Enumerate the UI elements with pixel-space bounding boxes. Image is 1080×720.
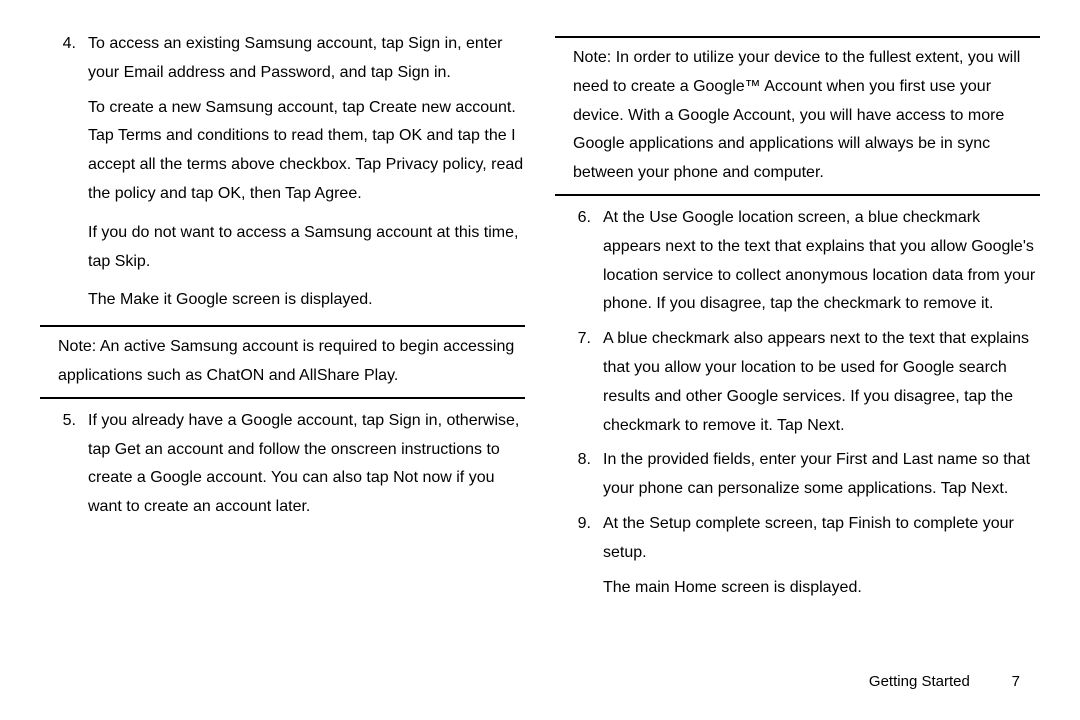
item-text: To access an existing Samsung account, t… — [88, 30, 525, 88]
list-item-8: 8. In the provided fields, enter your Fi… — [555, 446, 1040, 504]
divider — [40, 397, 525, 399]
note-label: Note: — [58, 338, 96, 355]
left-column: 4. To access an existing Samsung account… — [40, 30, 525, 700]
note-body: In order to utilize your device to the f… — [573, 49, 1020, 181]
note-body-first: An active Samsung account is required to… — [58, 338, 514, 384]
paragraph-create-account: To create a new Samsung account, tap Cre… — [40, 94, 525, 209]
paragraph-home-screen: The main Home screen is displayed. — [555, 574, 1040, 603]
item-text: In the provided fields, enter your First… — [603, 446, 1040, 504]
divider — [555, 36, 1040, 38]
item-text: A blue checkmark also appears next to th… — [603, 325, 1040, 440]
paragraph-skip: If you do not want to access a Samsung a… — [40, 219, 525, 277]
list-item-5: 5. If you already have a Google account,… — [40, 407, 525, 522]
item-text: At the Setup complete screen, tap Finish… — [603, 510, 1040, 568]
note-label: Note: — [573, 49, 611, 66]
item-number: 4. — [40, 30, 88, 88]
divider — [40, 325, 525, 327]
list-item-7: 7. A blue checkmark also appears next to… — [555, 325, 1040, 440]
item-number: 5. — [40, 407, 88, 522]
paragraph-make-it-google: The Make it Google screen is displayed. — [40, 286, 525, 315]
list-item-4: 4. To access an existing Samsung account… — [40, 30, 525, 88]
divider — [555, 194, 1040, 196]
section-title: Getting Started — [869, 673, 970, 690]
item-number: 6. — [555, 204, 603, 319]
page: 4. To access an existing Samsung account… — [0, 0, 1080, 720]
note-google-account: Note: In order to utilize your device to… — [555, 44, 1040, 188]
item-number: 7. — [555, 325, 603, 440]
item-text: At the Use Google location screen, a blu… — [603, 204, 1040, 319]
item-number: 9. — [555, 510, 603, 568]
item-number: 8. — [555, 446, 603, 504]
page-footer: Getting Started 7 — [869, 673, 1020, 690]
right-column: Note: In order to utilize your device to… — [555, 30, 1040, 700]
list-item-9: 9. At the Setup complete screen, tap Fin… — [555, 510, 1040, 568]
item-text: If you already have a Google account, ta… — [88, 407, 525, 522]
page-number: 7 — [990, 673, 1020, 690]
note-samsung-account: Note: An active Samsung account is requi… — [40, 333, 525, 391]
list-item-6: 6. At the Use Google location screen, a … — [555, 204, 1040, 319]
